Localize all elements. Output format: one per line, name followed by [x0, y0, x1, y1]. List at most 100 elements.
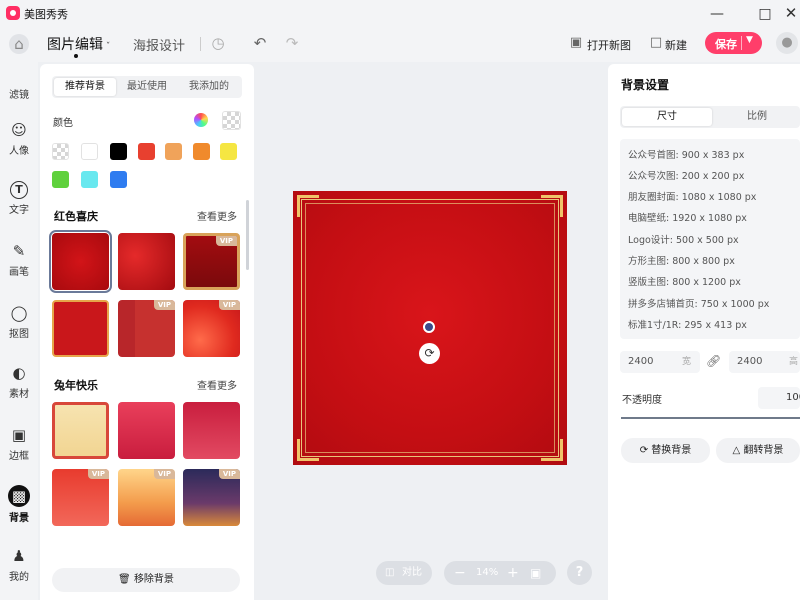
color-swatch-black[interactable]	[110, 143, 127, 160]
tab-added[interactable]: 我添加的	[178, 78, 240, 96]
tab-poster-design[interactable]: 海报设计	[133, 35, 185, 54]
avatar[interactable]: ●	[776, 32, 798, 54]
background-thumbnail[interactable]: VIP	[183, 469, 240, 526]
background-thumbnail[interactable]: VIP	[118, 469, 175, 526]
rail-item-sticker[interactable]: ◐ 素材	[0, 363, 38, 400]
height-unit: 高	[789, 357, 799, 367]
rail-item-background[interactable]: ▩ 背景	[0, 485, 38, 524]
opacity-label: 不透明度	[622, 395, 662, 406]
remove-background-button[interactable]: 🗑︎ 移除背景	[52, 568, 240, 592]
color-swatch-orange[interactable]	[193, 143, 210, 160]
app-title: 美图秀秀	[24, 8, 68, 21]
size-preset-item[interactable]: 拼多多店铺首页: 750 x 1000 px	[628, 296, 769, 310]
transparent-picker-icon[interactable]	[222, 111, 241, 130]
rail-item-cutout[interactable]: ◯ 抠图	[0, 303, 38, 340]
rail-item-brush[interactable]: ✎ 画笔	[0, 241, 38, 278]
canvas-center-marker[interactable]	[423, 321, 435, 333]
redo-icon[interactable]: ↷	[282, 33, 302, 53]
replace-icon: ⟳	[639, 445, 649, 456]
vip-badge: VIP	[218, 469, 240, 479]
opacity-field[interactable]: 100	[758, 387, 800, 409]
user-icon: ♟	[12, 547, 26, 565]
replace-background-button[interactable]: ⟳ 替换背景	[621, 438, 710, 463]
rail-item-border[interactable]: ▣ 边框	[0, 425, 38, 462]
help-icon[interactable]: ?	[567, 560, 592, 585]
see-more-red-festive[interactable]: 查看更多	[197, 208, 237, 223]
portrait-icon: ☺	[11, 121, 27, 139]
maximize-icon[interactable]: □	[754, 4, 776, 24]
minimize-icon[interactable]: —	[706, 4, 728, 24]
color-swatch-light-orange[interactable]	[165, 143, 182, 160]
zoom-control: − 14% + ▣	[444, 561, 556, 585]
background-thumbnail[interactable]	[118, 233, 175, 290]
background-thumbnail[interactable]: VIP	[183, 233, 240, 290]
size-preset-item[interactable]: 竖版主图: 800 x 1200 px	[628, 274, 741, 288]
new-file-icon[interactable]: □	[646, 33, 666, 53]
size-preset-item[interactable]: 方形主图: 800 x 800 px	[628, 253, 735, 267]
size-preset-item[interactable]: 公众号次图: 200 x 200 px	[628, 168, 744, 182]
flip-background-button[interactable]: △ 翻转背景	[716, 438, 800, 463]
background-thumbnail[interactable]	[52, 402, 109, 459]
size-preset-item[interactable]: Logo设计: 500 x 500 px	[628, 232, 739, 246]
tab-image-edit[interactable]: 图片编辑 ˇ	[47, 34, 110, 54]
vip-badge: VIP	[153, 300, 175, 310]
height-field[interactable]: 2400 高	[729, 351, 800, 373]
text-icon: T	[10, 181, 28, 199]
color-swatch-transparent[interactable]	[52, 143, 69, 160]
color-swatch-red[interactable]	[138, 143, 155, 160]
rotate-icon[interactable]: ⟳	[419, 343, 440, 364]
close-icon[interactable]: ✕	[780, 3, 800, 23]
color-swatch-blue[interactable]	[110, 171, 127, 188]
color-swatch-green[interactable]	[52, 171, 69, 188]
size-preset-item[interactable]: 电脑壁纸: 1920 x 1080 px	[628, 210, 747, 224]
tab-size[interactable]: 尺寸	[622, 108, 712, 126]
rail-item-filter[interactable]: 滤镜	[0, 72, 38, 101]
color-picker-icon[interactable]	[194, 113, 208, 127]
width-field[interactable]: 2400 宽	[620, 351, 700, 373]
section-title-rabbit-year: 兔年快乐	[54, 379, 98, 392]
rail-label: 滤镜	[9, 90, 29, 101]
color-swatch-cyan[interactable]	[81, 171, 98, 188]
color-swatch-white[interactable]	[81, 143, 98, 160]
size-preset-item[interactable]: 公众号首图: 900 x 383 px	[628, 147, 744, 161]
fit-screen-icon[interactable]: ▣	[530, 561, 541, 585]
history-icon[interactable]: ◷	[208, 33, 228, 53]
color-swatch-yellow[interactable]	[220, 143, 237, 160]
chevron-down-icon[interactable]: ▼	[746, 35, 753, 45]
see-more-rabbit-year[interactable]: 查看更多	[197, 377, 237, 392]
rail-item-mine[interactable]: ♟ 我的	[0, 546, 38, 583]
tab-recommended[interactable]: 推荐背景	[54, 78, 116, 96]
tab-ratio[interactable]: 比例	[712, 108, 800, 126]
size-preset-item[interactable]: 标准1寸/1R: 295 x 413 px	[628, 317, 747, 331]
size-ratio-tabs: 尺寸 比例	[620, 106, 800, 128]
background-thumbnail[interactable]: VIP	[118, 300, 175, 357]
zoom-in-icon[interactable]: +	[507, 561, 519, 585]
new-button[interactable]: 新建	[665, 37, 687, 53]
rail-item-text[interactable]: T 文字	[0, 181, 38, 216]
toolbar-divider	[200, 37, 201, 51]
background-thumbnail[interactable]	[118, 402, 175, 459]
zoom-out-icon[interactable]: −	[454, 561, 466, 585]
cutout-icon: ◯	[10, 304, 28, 322]
rail-item-portrait[interactable]: ☺ 人像	[0, 120, 38, 157]
undo-icon[interactable]: ↶	[250, 33, 270, 53]
compare-button[interactable]: ◫ 对比	[376, 561, 432, 585]
app-logo-icon	[6, 6, 20, 20]
background-thumbnail[interactable]	[183, 402, 240, 459]
background-thumbnail[interactable]	[49, 230, 112, 293]
open-new-image-button[interactable]: 打开新图	[587, 37, 631, 53]
opacity-slider[interactable]	[621, 417, 800, 419]
open-image-icon[interactable]: ▣	[566, 33, 586, 53]
link-ratio-icon[interactable]: 🔗︎	[706, 354, 721, 368]
size-preset-item[interactable]: 朋友圈封面: 1080 x 1080 px	[628, 189, 756, 203]
vip-badge: VIP	[153, 469, 175, 479]
panel-scrollbar[interactable]	[246, 200, 249, 270]
background-thumbnail[interactable]: VIP	[52, 469, 109, 526]
rail-item-home[interactable]: ⌂	[0, 34, 38, 54]
rail-label: 人像	[9, 146, 29, 157]
background-thumbnail[interactable]	[52, 300, 109, 357]
background-thumbnail[interactable]: VIP	[183, 300, 240, 357]
tab-recent[interactable]: 最近使用	[116, 78, 178, 96]
save-button[interactable]: 保存 ▼	[705, 32, 762, 54]
width-value: 2400	[628, 356, 654, 367]
